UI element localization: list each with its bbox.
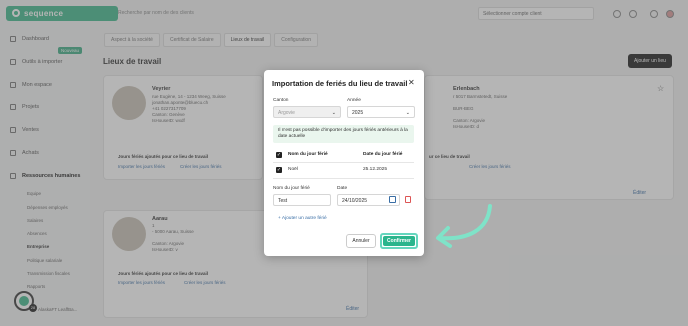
holiday-name-header: Nom du jour férié [288,152,328,157]
info-message: Il n'est pas possible d'importer des jou… [273,125,414,143]
holiday-row-checkbox[interactable]: ✓ [276,167,282,173]
canton-select[interactable]: Argovie ⌄ [273,106,341,118]
chevron-down-icon: ⌄ [405,110,410,116]
holiday-date-header: Date du jour férié [363,152,403,157]
holiday-name-cell: Noël [288,167,298,172]
close-icon[interactable]: ✕ [408,79,415,87]
trash-icon[interactable] [405,196,411,203]
import-holidays-dialog: Importation de feriés du lieu de travail… [264,70,424,256]
cancel-button[interactable]: Annuler [346,234,376,248]
select-all-checkbox[interactable]: ✓ [276,152,282,158]
holiday-name-input[interactable]: Test [273,194,331,206]
pointer-arrow-icon [436,204,492,248]
confirm-button[interactable]: Confirmer [380,233,418,249]
add-another-holiday-link[interactable]: + Ajouter un autre férié [278,216,327,221]
holiday-date-cell: 25.12.2025 [363,167,388,172]
divider [273,162,414,163]
chevron-down-icon: ⌄ [331,110,336,116]
year-label: Année [347,98,361,103]
divider [273,178,414,179]
canton-label: Canton [273,98,289,103]
year-select[interactable]: 2025 ⌄ [347,106,415,118]
date-label: Date [337,186,348,191]
holiday-name-label: Nom du jour férié [273,186,310,191]
dialog-title: Importation de feriés du lieu de travail [272,79,408,88]
calendar-icon[interactable] [389,196,396,203]
